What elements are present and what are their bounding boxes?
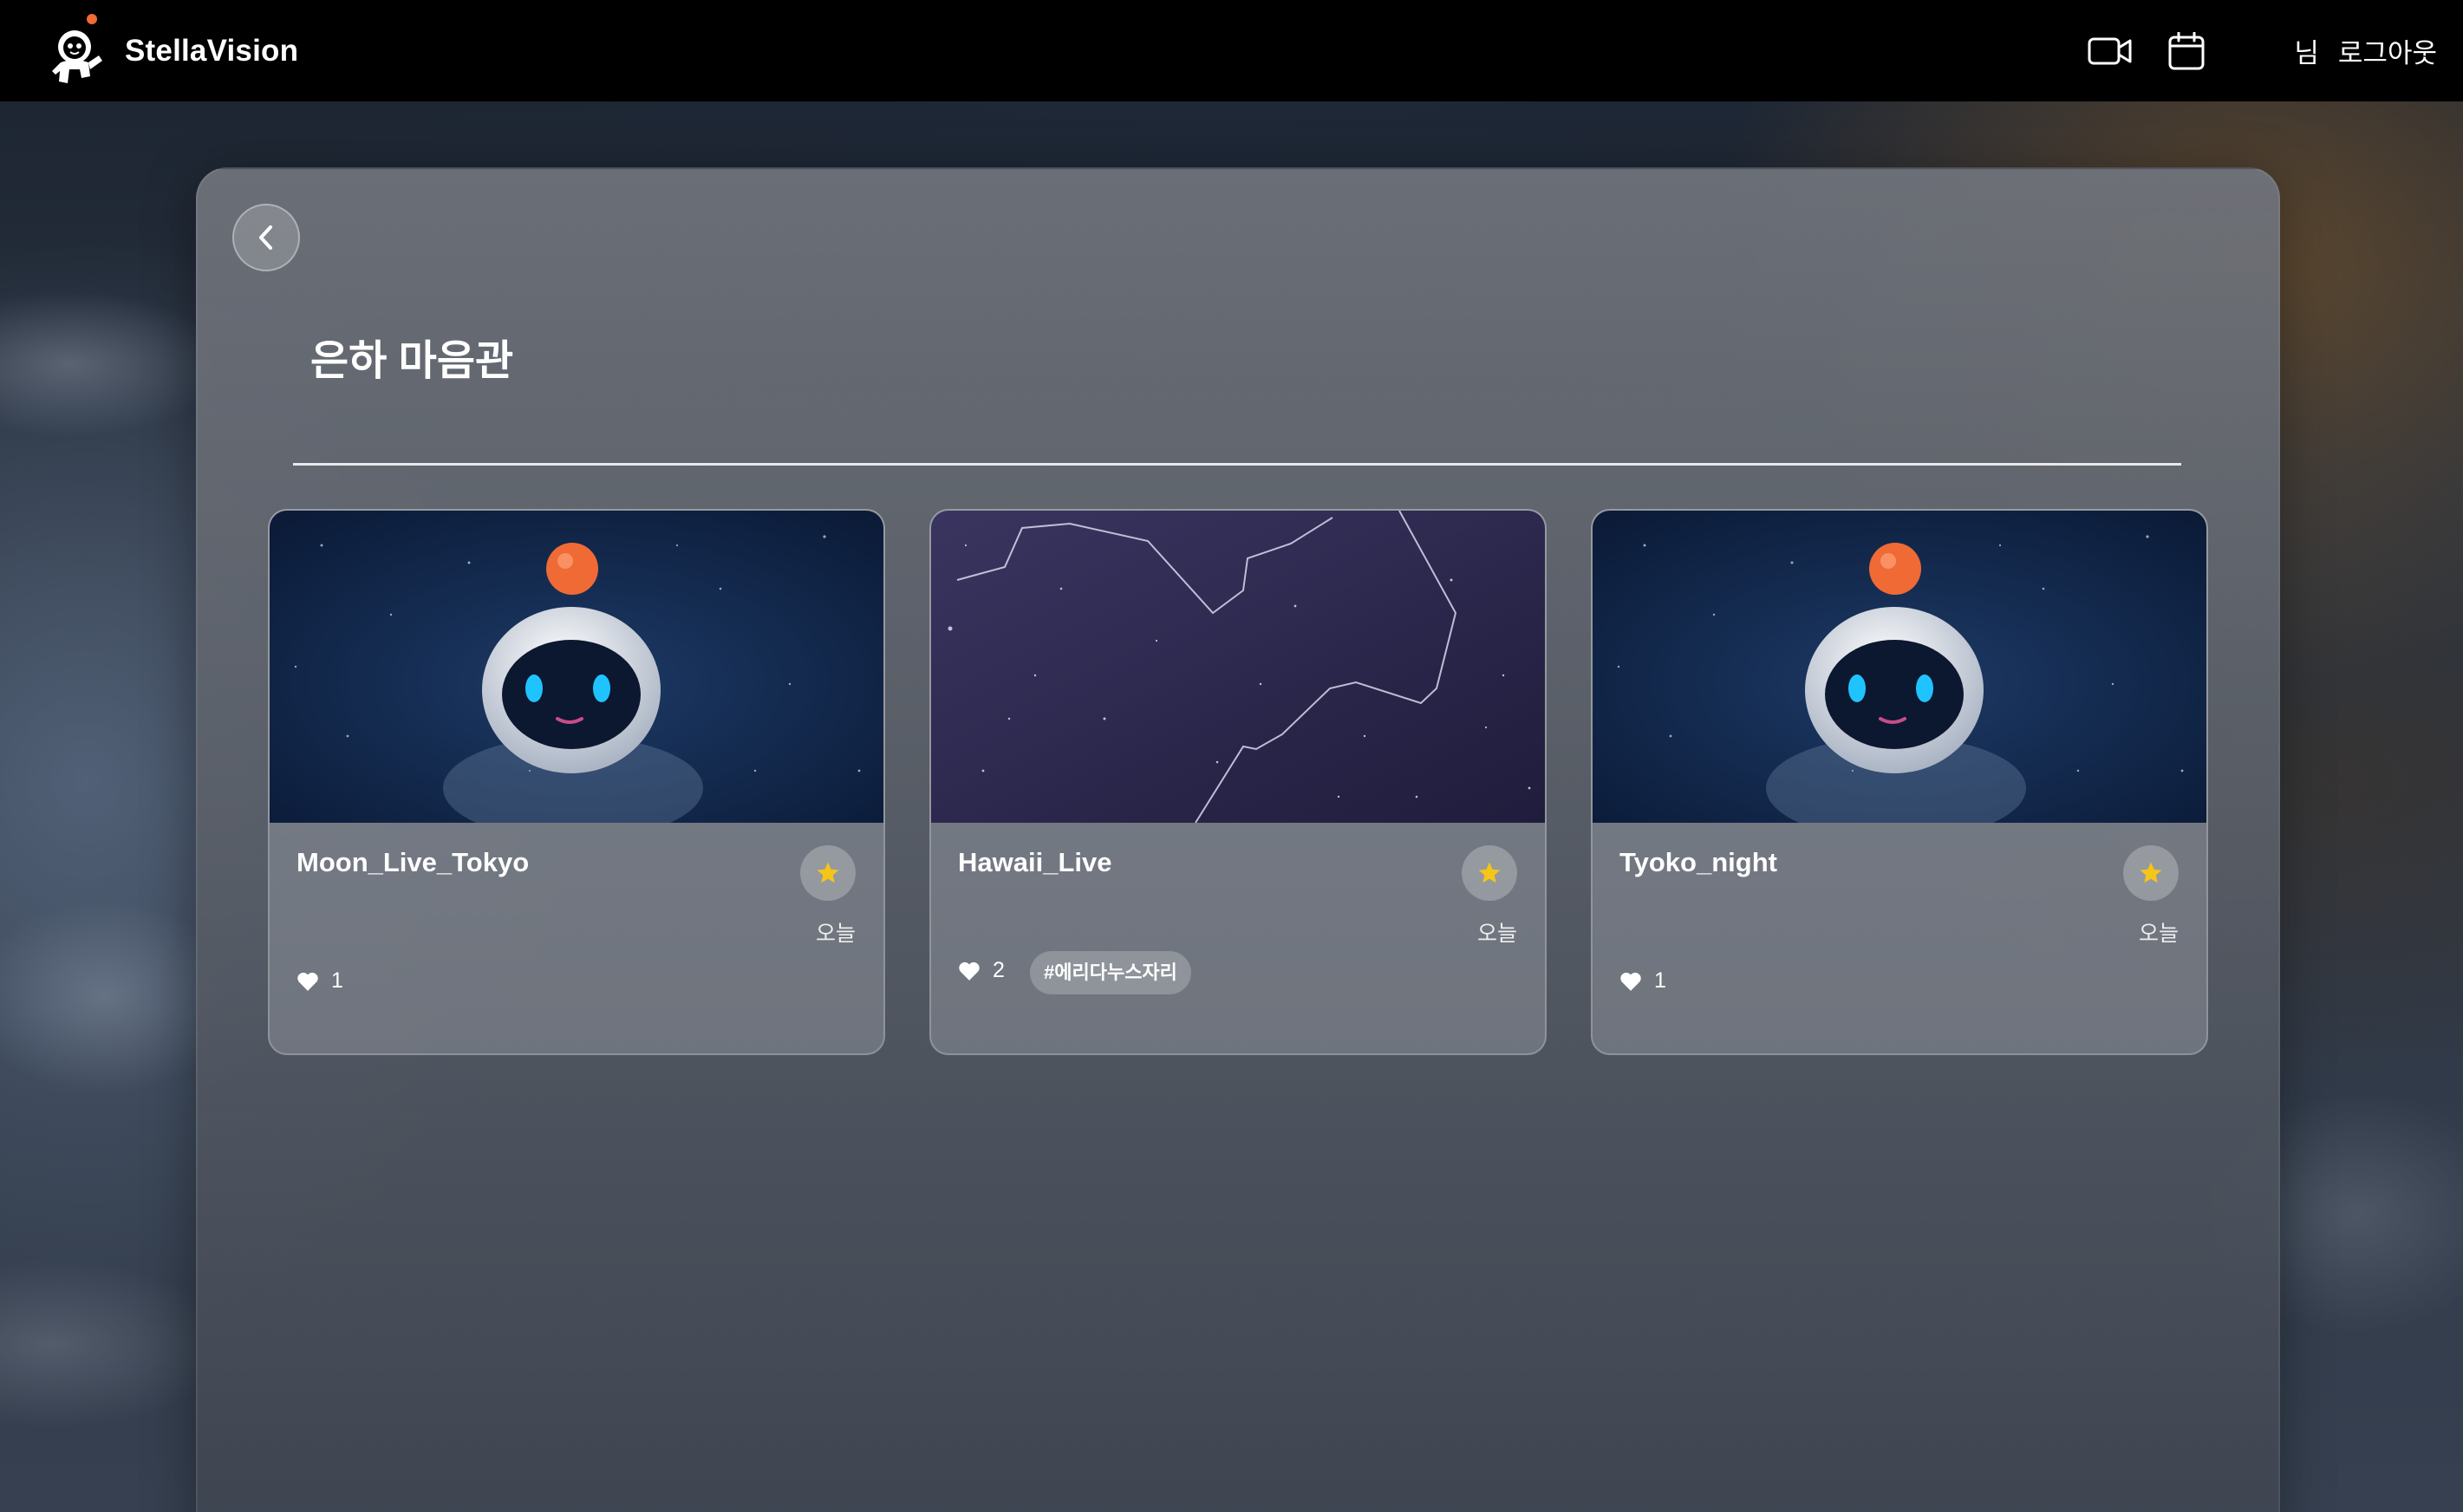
like-count-value: 1 [331, 968, 343, 993]
chevron-left-icon [259, 225, 272, 250]
star-icon [817, 862, 839, 883]
stream-card[interactable]: Hawaii_Live 오늘 2 #에리다누스자리 [929, 509, 1547, 1055]
nav-actions: 님 로그아웃 [2086, 0, 2437, 101]
video-camera-icon[interactable] [2086, 27, 2134, 75]
card-title: Tyoko_night [1619, 847, 1777, 877]
page-title: 은하 마음관 [310, 338, 514, 384]
astronaut-mascot-thumbnail [270, 511, 883, 823]
favorite-button[interactable] [1462, 845, 1517, 901]
title-divider [293, 463, 2181, 466]
back-button[interactable] [232, 204, 300, 271]
card-date: 오늘 [2138, 922, 2179, 946]
favorite-button[interactable] [2123, 845, 2179, 901]
constellation-thumbnail [931, 511, 1545, 823]
card-title: Hawaii_Live [958, 847, 1112, 877]
user-area: 님 로그아웃 [2294, 31, 2437, 70]
hashtag-chip[interactable]: #에리다누스자리 [1030, 951, 1191, 994]
heart-icon [297, 972, 318, 991]
heart-icon [959, 961, 980, 981]
card-date: 오늘 [1476, 922, 1517, 946]
brand-name: StellaVision [125, 33, 299, 68]
star-icon [1478, 862, 1501, 883]
like-count-value: 2 [993, 958, 1005, 982]
like-count-value: 1 [1654, 968, 1666, 993]
like-count[interactable]: 1 [1619, 968, 1666, 994]
logout-button[interactable]: 로그아웃 [2338, 31, 2437, 70]
astronaut-logo-icon [52, 13, 102, 83]
like-count[interactable]: 1 [296, 968, 343, 994]
favorite-button[interactable] [800, 845, 856, 901]
top-navigation-bar: StellaVision 님 로그아웃 [0, 0, 2463, 101]
calendar-icon[interactable] [2162, 27, 2211, 75]
stream-card[interactable]: Moon_Live_Tokyo 오늘 1 [268, 509, 885, 1055]
gallery-panel: 은하 마음관 Moon_Live_Tokyo 오늘 1 Hawaii_Live … [196, 167, 2280, 1512]
card-date: 오늘 [815, 922, 856, 946]
card-title: Moon_Live_Tokyo [296, 847, 530, 877]
heart-icon [1620, 972, 1641, 991]
stream-card[interactable]: Tyoko_night 오늘 1 [1591, 509, 2208, 1055]
like-count[interactable]: 2 [958, 958, 1005, 983]
astronaut-mascot-thumbnail [1593, 511, 2206, 823]
user-greeting: 님 [2294, 38, 2319, 68]
star-icon [2140, 862, 2162, 883]
brand-logo[interactable]: StellaVision [49, 0, 298, 101]
